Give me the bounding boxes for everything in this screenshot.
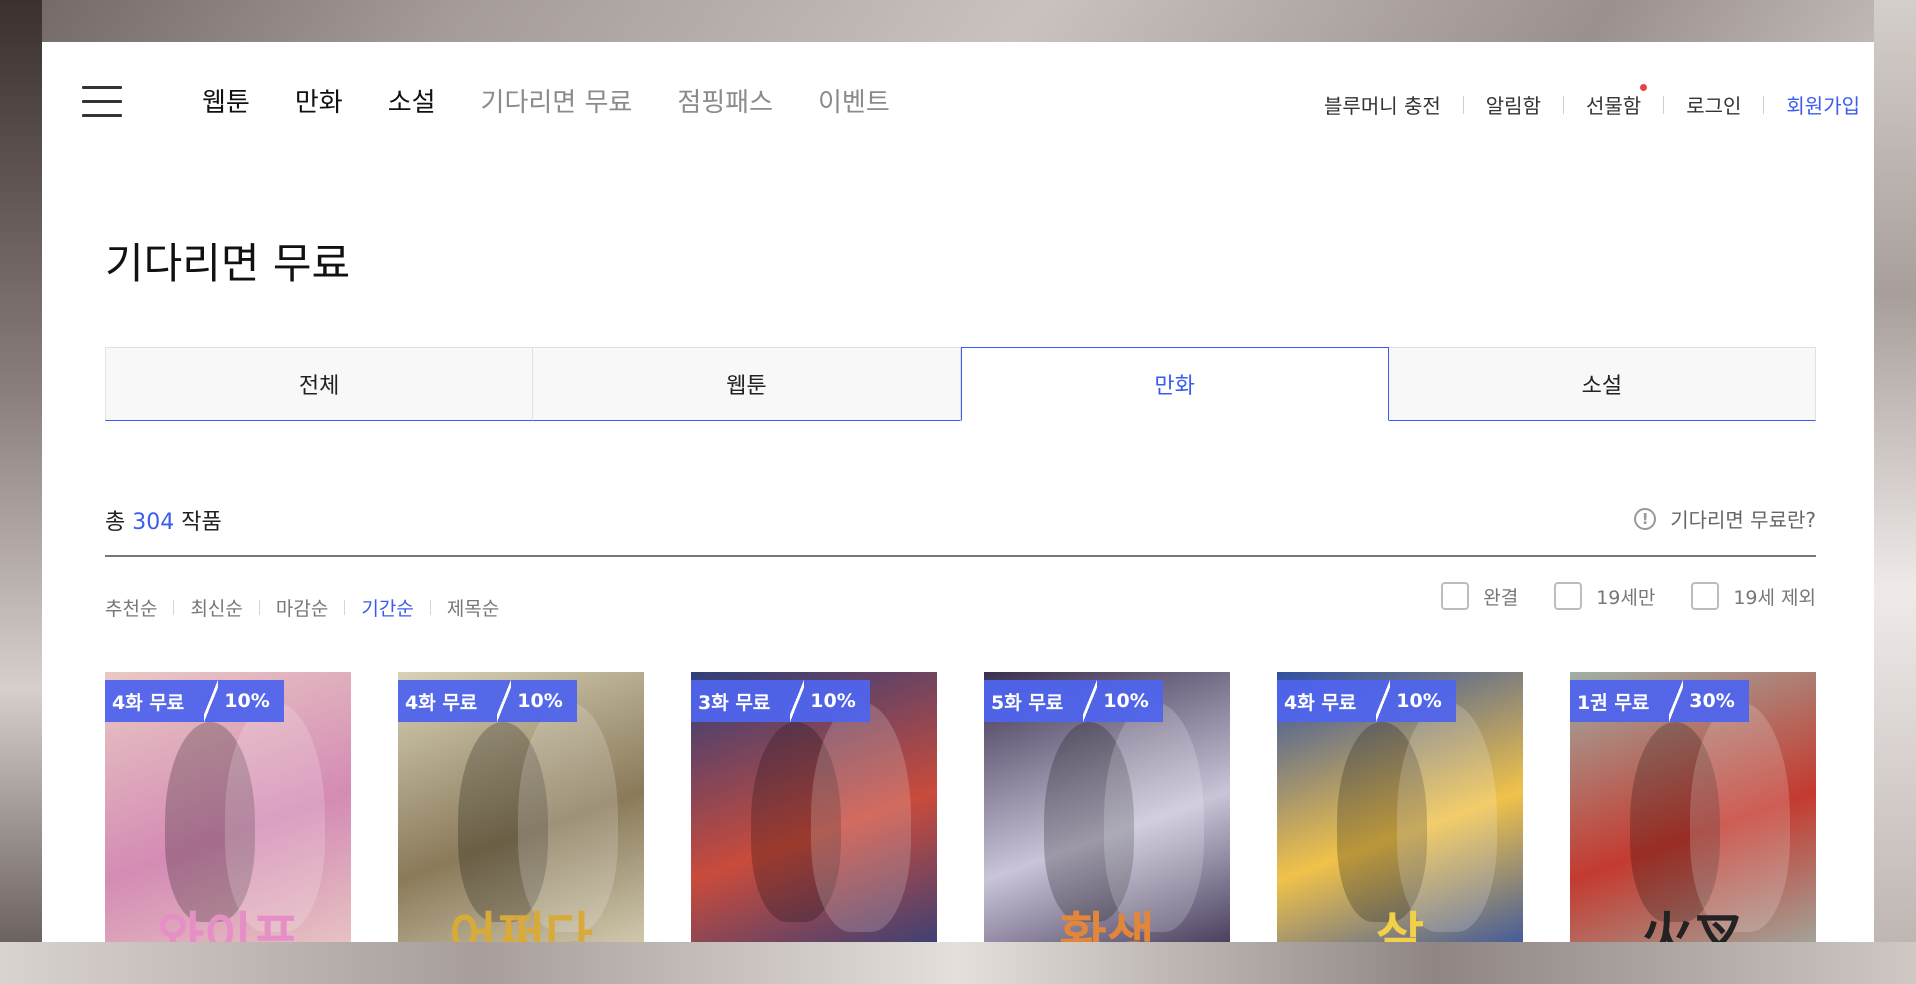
charge-link[interactable]: 블루머니 충전 <box>1324 90 1441 119</box>
nav-comics[interactable]: 만화 <box>295 82 343 119</box>
divider <box>1462 95 1464 114</box>
free-badge: 4화 무료 10% <box>1277 680 1456 722</box>
divider-line <box>105 555 1816 557</box>
count-suffix: 작품 <box>181 510 222 535</box>
free-episodes: 4화 무료 <box>105 680 205 722</box>
comic-card[interactable]: 환생 5화 무료 10% <box>984 672 1230 942</box>
free-episodes: 3화 무료 <box>691 680 791 722</box>
sort-latest[interactable]: 최신순 <box>190 594 242 621</box>
discount-rate: 10% <box>1390 680 1456 722</box>
divider <box>344 600 346 615</box>
free-episodes: 4화 무료 <box>1277 680 1377 722</box>
cover-title: 살 <box>1376 907 1424 942</box>
card-list: 와이프 4화 무료 10% 어쩌다 4화 무료 10% 3화 무료 10% 환생 5화… <box>105 672 1816 942</box>
comic-card[interactable]: 와이프 4화 무료 10% <box>105 672 351 942</box>
gift-link[interactable]: 선물함 <box>1585 84 1648 119</box>
divider <box>429 600 431 615</box>
checkbox[interactable] <box>1691 582 1720 610</box>
free-episodes: 4화 무료 <box>398 680 498 722</box>
free-episodes: 1권 무료 <box>1570 680 1670 722</box>
signup-link[interactable]: 회원가입 <box>1786 90 1860 119</box>
sort-period[interactable]: 기간순 <box>361 594 413 621</box>
total-count: 총 304 작품 <box>105 504 222 536</box>
sort-options: 추천순 최신순 마감순 기간순 제목순 <box>105 594 499 621</box>
background-left <box>0 0 42 984</box>
menu-icon[interactable] <box>82 86 122 118</box>
filter-label: 19세만 <box>1596 586 1656 609</box>
nav-wait-free[interactable]: 기다리면 무료 <box>481 82 633 119</box>
comic-card[interactable]: 火叉 1권 무료 30% <box>1570 672 1816 942</box>
background-right <box>1874 0 1916 984</box>
free-badge: 5화 무료 10% <box>984 680 1163 722</box>
filter-options: 완결 19세만 19세 제외 <box>1405 582 1816 610</box>
sort-recommended[interactable]: 추천순 <box>105 594 157 621</box>
count-number: 304 <box>132 510 175 535</box>
free-badge: 4화 무료 10% <box>398 680 577 722</box>
main-nav: 웹툰 만화 소설 기다리면 무료 점핑패스 이벤트 <box>202 82 935 119</box>
discount-rate: 10% <box>218 680 284 722</box>
checkbox[interactable] <box>1554 582 1583 610</box>
free-episodes: 5화 무료 <box>984 680 1084 722</box>
comic-card[interactable]: 살 4화 무료 10% <box>1277 672 1523 942</box>
discount-rate: 10% <box>1097 680 1163 722</box>
background-bottom <box>0 942 1916 984</box>
count-prefix: 총 <box>105 510 126 535</box>
tab-webtoon[interactable]: 웹툰 <box>533 347 961 421</box>
tab-all[interactable]: 전체 <box>105 347 534 421</box>
comic-card[interactable]: 3화 무료 10% <box>691 672 937 942</box>
new-dot-icon <box>1640 84 1648 91</box>
filter-exclude-adult[interactable]: 19세 제외 <box>1691 582 1816 610</box>
cover-figure <box>811 702 911 932</box>
filter-label: 19세 제외 <box>1733 586 1816 609</box>
tab-novel[interactable]: 소설 <box>1388 347 1816 421</box>
free-badge: 3화 무료 10% <box>691 680 870 722</box>
filter-label: 완결 <box>1483 586 1519 609</box>
divider <box>258 600 260 615</box>
tab-comics[interactable]: 만화 <box>960 347 1389 421</box>
utility-menu: 블루머니 충전 알림함 선물함 로그인 회원가입 <box>1324 84 1860 119</box>
nav-jumping-pass[interactable]: 점핑패스 <box>677 82 773 119</box>
checkbox[interactable] <box>1441 582 1470 610</box>
filter-completed[interactable]: 완결 <box>1441 582 1518 610</box>
divider <box>173 600 175 615</box>
nav-novel[interactable]: 소설 <box>388 82 436 119</box>
discount-rate: 10% <box>511 680 577 722</box>
category-tabs: 전체 웹툰 만화 소설 <box>105 347 1816 421</box>
discount-rate: 30% <box>1683 680 1749 722</box>
page-container: 웹툰 만화 소설 기다리면 무료 점핑패스 이벤트 블루머니 충전 알림함 선물… <box>42 42 1874 942</box>
cover-title: 어쩌다 <box>449 907 593 942</box>
cover-title: 火叉 <box>1640 907 1745 942</box>
divider <box>1562 95 1564 114</box>
cover-title: 환생 <box>1059 907 1155 942</box>
cover-title: 와이프 <box>156 907 300 942</box>
filter-adult-only[interactable]: 19세만 <box>1554 582 1655 610</box>
comic-card[interactable]: 어쩌다 4화 무료 10% <box>398 672 644 942</box>
free-badge: 1권 무료 30% <box>1570 680 1749 722</box>
divider <box>1663 95 1665 114</box>
nav-webtoon[interactable]: 웹툰 <box>202 82 250 119</box>
discount-rate: 10% <box>804 680 870 722</box>
free-badge: 4화 무료 10% <box>105 680 284 722</box>
info-icon: ! <box>1634 507 1657 530</box>
notification-link[interactable]: 알림함 <box>1486 90 1541 119</box>
divider <box>1763 95 1765 114</box>
gift-label: 선물함 <box>1585 94 1642 118</box>
nav-event[interactable]: 이벤트 <box>818 82 890 119</box>
sort-deadline[interactable]: 마감순 <box>276 594 328 621</box>
login-link[interactable]: 로그인 <box>1686 90 1741 119</box>
page-title: 기다리면 무료 <box>105 239 351 288</box>
sort-title[interactable]: 제목순 <box>447 594 499 621</box>
help-label: 기다리면 무료란? <box>1670 508 1816 532</box>
wait-free-help-link[interactable]: ! 기다리면 무료란? <box>1634 504 1816 533</box>
